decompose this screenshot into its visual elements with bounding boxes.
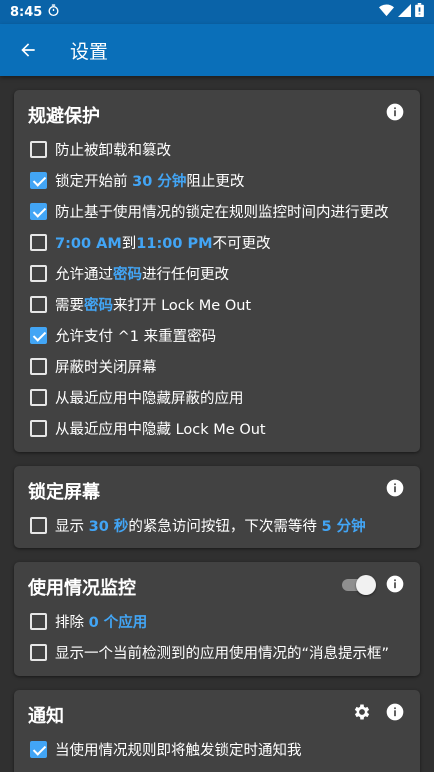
- highlight-value[interactable]: 5 分钟: [321, 519, 365, 535]
- checkbox-label: 当使用情况规则即将触发锁定时通知我: [55, 739, 302, 760]
- checkbox-unchecked[interactable]: [30, 234, 47, 251]
- highlight-value[interactable]: 30 分钟: [132, 174, 186, 190]
- checkbox-row[interactable]: 允许支付 ^1 来重置密码: [14, 320, 420, 351]
- checkbox-checked[interactable]: [30, 203, 47, 220]
- card-usage: 使用情况监控 排除 0 个应用显示一个当前检测到的应用使用情况的“消息提示框”: [14, 562, 420, 676]
- checkbox-row[interactable]: 显示一个当前检测到的应用使用情况的“消息提示框”: [14, 637, 420, 668]
- checkbox-row[interactable]: 锁定开始前 30 分钟阻止更改: [14, 165, 420, 196]
- label-text: 排除: [55, 615, 89, 631]
- label-text: 当使用情况规则即将触发锁定时通知我: [55, 743, 302, 759]
- checkbox-row[interactable]: 从最近应用中隐藏屏蔽的应用: [14, 382, 420, 413]
- checkbox-unchecked[interactable]: [30, 265, 47, 282]
- status-bar: 8:45: [0, 0, 434, 24]
- checkbox-unchecked[interactable]: [30, 358, 47, 375]
- checkbox-checked[interactable]: [30, 172, 47, 189]
- info-icon[interactable]: [385, 478, 405, 498]
- checkbox-row[interactable]: 防止基于使用情况的锁定在规则监控时间内进行更改: [14, 196, 420, 227]
- label-text: 防止被卸载和篡改: [55, 143, 171, 159]
- checkbox-row[interactable]: 从最近应用中隐藏 Lock Me Out: [14, 413, 420, 444]
- signal-icon: [398, 3, 411, 21]
- info-icon[interactable]: [385, 702, 405, 722]
- section-title: 规避保护: [28, 106, 100, 127]
- checkbox-row[interactable]: 屏蔽时关闭屏幕: [14, 351, 420, 382]
- checkbox-checked[interactable]: [30, 327, 47, 344]
- checkbox-row[interactable]: 需要密码来打开 Lock Me Out: [14, 289, 420, 320]
- section-title: 通知: [28, 706, 64, 727]
- checkbox-label: 锁定开始前 30 分钟阻止更改: [55, 170, 244, 191]
- card-lockscreen: 锁定屏幕 显示 30 秒的紧急访问按钮，下次需等待 5 分钟: [14, 466, 420, 548]
- protection-list: 防止被卸载和篡改 锁定开始前 30 分钟阻止更改 防止基于使用情况的锁定在规则监控时…: [14, 134, 420, 444]
- info-icon[interactable]: [385, 574, 405, 594]
- label-text: 阻止更改: [186, 174, 245, 190]
- checkbox-unchecked[interactable]: [30, 420, 47, 437]
- usage-list: 排除 0 个应用显示一个当前检测到的应用使用情况的“消息提示框”: [14, 606, 420, 668]
- checkbox-label: 需要密码来打开 Lock Me Out: [55, 294, 251, 315]
- checkbox-row[interactable]: 允许通过密码进行任何更改: [14, 258, 420, 289]
- checkbox-label: 防止基于使用情况的锁定在规则监控时间内进行更改: [55, 201, 389, 222]
- checkbox-label: 允许支付 ^1 来重置密码: [55, 325, 216, 346]
- app-bar: 设置: [0, 24, 434, 76]
- checkbox-row[interactable]: 防止被卸载和篡改: [14, 134, 420, 165]
- highlight-value[interactable]: 11:00 PM: [136, 236, 212, 252]
- usage-toggle[interactable]: [340, 575, 376, 595]
- highlight-value[interactable]: 7:00 AM: [55, 236, 122, 252]
- checkbox-row[interactable]: 7:00 AM到11:00 PM不可更改: [14, 227, 420, 258]
- checkbox-label: 排除 0 个应用: [55, 611, 147, 632]
- info-icon[interactable]: [385, 102, 405, 122]
- checkbox-row[interactable]: 排除 0 个应用: [14, 606, 420, 637]
- checkbox-unchecked[interactable]: [30, 296, 47, 313]
- label-text: 进行任何更改: [142, 267, 229, 283]
- checkbox-unchecked[interactable]: [30, 141, 47, 158]
- highlight-value[interactable]: 密码: [113, 267, 142, 283]
- checkbox-label: 防止被卸载和篡改: [55, 139, 171, 160]
- checkbox-label: 屏蔽时关闭屏幕: [55, 356, 157, 377]
- back-button[interactable]: [0, 24, 56, 76]
- highlight-value[interactable]: 密码: [84, 298, 113, 314]
- checkbox-checked[interactable]: [30, 741, 47, 758]
- wifi-icon: [379, 4, 394, 21]
- label-text: 防止基于使用情况的锁定在规则监控时间内进行更改: [55, 205, 389, 221]
- label-text: 来打开 Lock Me Out: [113, 298, 252, 314]
- battery-icon: [415, 3, 424, 21]
- checkbox-label: 显示一个当前检测到的应用使用情况的“消息提示框”: [55, 642, 389, 663]
- label-text: 允许支付 ^1 来重置密码: [55, 329, 217, 345]
- checkbox-row[interactable]: 当使用情况规则即将触发锁定时通知我: [14, 734, 420, 765]
- section-title: 使用情况监控: [28, 578, 136, 599]
- checkbox-unchecked[interactable]: [30, 389, 47, 406]
- label-text: 需要: [55, 298, 84, 314]
- checkbox-label: 允许通过密码进行任何更改: [55, 263, 229, 284]
- label-text: 锁定开始前: [55, 174, 133, 190]
- label-text: 从最近应用中隐藏屏蔽的应用: [55, 391, 244, 407]
- checkbox-unchecked[interactable]: [30, 613, 47, 630]
- label-text: 显示一个当前检测到的应用使用情况的“消息提示框”: [55, 646, 390, 662]
- label-text: 不可更改: [212, 236, 271, 252]
- label-text: 允许通过: [55, 267, 113, 283]
- timer-icon: [47, 3, 60, 21]
- lockscreen-list: 显示 30 秒的紧急访问按钮，下次需等待 5 分钟: [14, 510, 420, 541]
- label-text: 从最近应用中隐藏 Lock Me Out: [55, 422, 266, 438]
- page-title: 设置: [70, 40, 109, 63]
- card-notify: 通知 当使用情况规则即将触发锁定时通知我: [14, 690, 420, 772]
- label-text: 屏蔽时关闭屏幕: [55, 360, 157, 376]
- highlight-value[interactable]: 0 个应用: [89, 615, 148, 631]
- label-text: 显示: [55, 519, 89, 535]
- card-protection: 规避保护 防止被卸载和篡改 锁定开始前 30 分钟阻止更改 防止基于使用情况的锁定在…: [14, 90, 420, 452]
- arrow-back-icon: [21, 43, 35, 57]
- checkbox-row[interactable]: 显示 30 秒的紧急访问按钮，下次需等待 5 分钟: [14, 510, 420, 541]
- checkbox-unchecked[interactable]: [30, 644, 47, 661]
- checkbox-unchecked[interactable]: [30, 517, 47, 534]
- label-text: 的紧急访问按钮，下次需等待: [128, 519, 322, 535]
- section-title: 锁定屏幕: [28, 482, 100, 503]
- status-time: 8:45: [10, 4, 43, 20]
- gear-icon[interactable]: [352, 702, 372, 722]
- checkbox-label: 从最近应用中隐藏 Lock Me Out: [55, 418, 266, 439]
- highlight-value[interactable]: 30 秒: [89, 519, 129, 535]
- checkbox-label: 显示 30 秒的紧急访问按钮，下次需等待 5 分钟: [55, 515, 366, 536]
- notify-list: 当使用情况规则即将触发锁定时通知我: [14, 734, 420, 765]
- checkbox-label: 从最近应用中隐藏屏蔽的应用: [55, 387, 244, 408]
- checkbox-label: 7:00 AM到11:00 PM不可更改: [55, 232, 271, 253]
- label-text: 到: [121, 236, 137, 252]
